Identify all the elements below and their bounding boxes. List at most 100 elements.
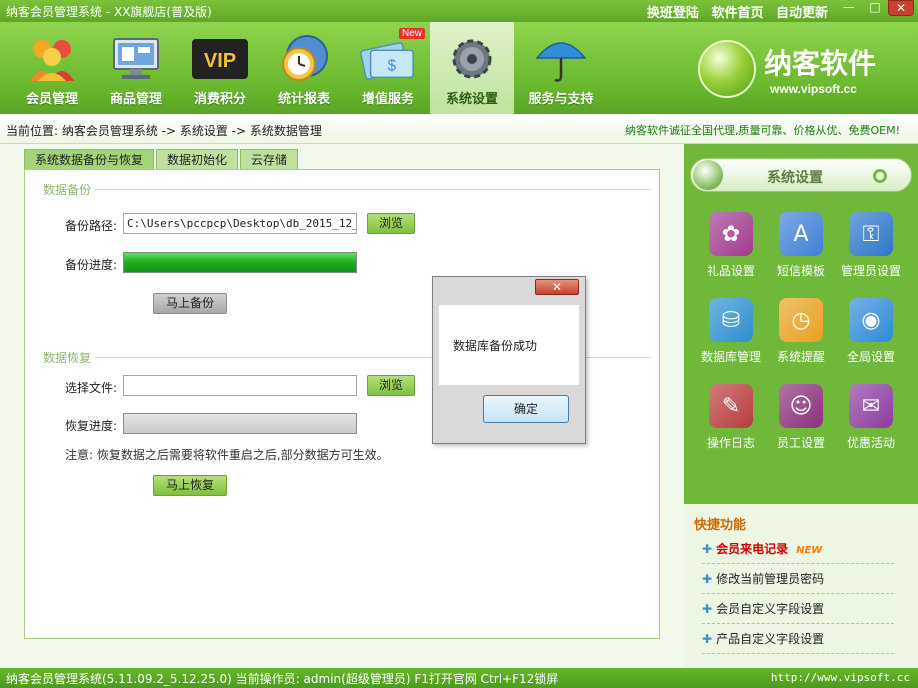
- toolbar-reports[interactable]: 统计报表: [262, 26, 346, 112]
- plus-icon: ✚: [702, 542, 713, 556]
- sidebar-item-reminder[interactable]: ◷ 系统提醒: [764, 298, 838, 365]
- ring-icon: [873, 169, 887, 183]
- dialog-message: 数据库备份成功: [453, 339, 538, 353]
- toolbar-label: 会员管理: [25, 92, 78, 107]
- log-icon: ✎: [709, 384, 753, 428]
- toolbar-label: 系统设置: [445, 92, 498, 107]
- sidebar-item-label: 全局设置: [846, 350, 895, 364]
- sms-template-icon: A: [779, 212, 823, 256]
- quick-item-product-fields[interactable]: ✚ 产品自定义字段设置: [702, 630, 894, 654]
- sidebar-item-label: 系统提醒: [776, 350, 825, 364]
- restore-progress-label: 恢复进度:: [65, 419, 118, 433]
- brand-logo: 纳客软件 www.vipsoft.cc: [698, 36, 898, 106]
- toolbar-system-settings[interactable]: 系统设置: [430, 22, 514, 114]
- sidebar-item-admin[interactable]: ⚿ 管理员设置: [834, 212, 908, 279]
- sidebar-item-global[interactable]: ◉ 全局设置: [834, 298, 908, 365]
- quick-item-member-fields[interactable]: ✚ 会员自定义字段设置: [702, 600, 894, 624]
- dialog-body: 数据库备份成功: [439, 305, 579, 385]
- gear-icon: [443, 34, 501, 84]
- window-title: 纳客会员管理系统 - XX旗舰店(普及版): [6, 5, 212, 19]
- sidebar-item-database[interactable]: ⛁ 数据库管理: [694, 298, 768, 365]
- software-home-link[interactable]: 软件首页: [711, 6, 763, 21]
- title-bar: 纳客会员管理系统 - XX旗舰店(普及版) 换班登陆 软件首页 自动更新 — □…: [0, 0, 918, 22]
- group-divider: [41, 189, 651, 190]
- sidebar-item-label: 管理员设置: [840, 264, 901, 278]
- sidebar-item-promo[interactable]: ✉ 优惠活动: [834, 384, 908, 451]
- toolbar-label: 统计报表: [277, 92, 330, 107]
- members-icon: [23, 34, 81, 84]
- new-badge: New: [398, 28, 425, 39]
- breadcrumb: 当前位置: 纳客会员管理系统 -> 系统设置 -> 系统数据管理: [6, 124, 322, 138]
- toolbar-label: 商品管理: [109, 92, 162, 107]
- toolbar-support[interactable]: 服务与支持: [518, 26, 604, 112]
- database-icon: ⛁: [709, 298, 753, 342]
- orb-icon: [693, 160, 723, 190]
- sidebar-item-log[interactable]: ✎ 操作日志: [694, 384, 768, 451]
- sidebar-header: 系统设置: [690, 158, 912, 192]
- svg-text:$: $: [388, 58, 397, 75]
- dialog-ok-button[interactable]: 确定: [483, 395, 569, 423]
- toolbar-label: 服务与支持: [528, 92, 594, 107]
- maximize-button[interactable]: □: [862, 0, 888, 16]
- products-icon: [107, 34, 165, 84]
- quick-item-member-calls[interactable]: ✚ 会员来电记录 NEW: [702, 540, 894, 564]
- sidebar-item-sms[interactable]: A 短信模板: [764, 212, 838, 279]
- start-restore-button[interactable]: 马上恢复: [153, 475, 227, 496]
- sidebar-item-staff[interactable]: ☺ 员工设置: [764, 384, 838, 451]
- backup-progress-fill: [124, 253, 356, 272]
- sidebar-item-label: 优惠活动: [846, 436, 895, 450]
- main-toolbar: 会员管理 商品管理 VIP 消费积分 统计报表 $ New 增值服务 系统设置: [0, 22, 918, 114]
- restore-browse-button[interactable]: 浏览: [367, 375, 415, 396]
- message-dialog: ✕ 数据库备份成功 确定: [432, 276, 586, 444]
- quick-item-change-password[interactable]: ✚ 修改当前管理员密码: [702, 570, 894, 594]
- quick-item-label: 会员自定义字段设置: [716, 602, 825, 616]
- restore-note: 注意: 恢复数据之后需要将软件重启之后,部分数据方可生效。: [65, 448, 389, 462]
- auto-update-link[interactable]: 自动更新: [776, 6, 828, 21]
- restore-file-input[interactable]: [123, 375, 357, 396]
- sidebar-item-label: 短信模板: [776, 264, 825, 278]
- plus-icon: ✚: [702, 632, 713, 646]
- backup-browse-button[interactable]: 浏览: [367, 213, 415, 234]
- staff-icon: ☺: [779, 384, 823, 428]
- toolbar-products[interactable]: 商品管理: [94, 26, 178, 112]
- tab-cloud-storage[interactable]: 云存储: [240, 149, 299, 169]
- toolbar-label: 消费积分: [193, 92, 246, 107]
- status-text: 纳客会员管理系统(5.11.09.2_5.12.25.0) 当前操作员: adm…: [6, 672, 559, 686]
- backup-path-label: 备份路径:: [65, 219, 118, 233]
- status-bar: 纳客会员管理系统(5.11.09.2_5.12.25.0) 当前操作员: adm…: [0, 668, 918, 688]
- slogan-text: 纳客软件诚征全国代理,质量可靠、价格从优、免费OEM!: [624, 124, 900, 137]
- sidebar-item-gift[interactable]: ✿ 礼品设置: [694, 212, 768, 279]
- sidebar-item-label: 数据库管理: [700, 350, 761, 364]
- coupon-icon: ✉: [849, 384, 893, 428]
- right-sidebar: 系统设置 ✿ 礼品设置 A 短信模板 ⚿ 管理员设置 ⛁ 数据库管理 ◷ 系统提…: [684, 144, 918, 668]
- quick-item-label: 产品自定义字段设置: [716, 632, 825, 646]
- vip-icon: VIP: [191, 34, 249, 84]
- gift-icon: ✿: [709, 212, 753, 256]
- start-backup-button[interactable]: 马上备份: [153, 293, 227, 314]
- plus-icon: ✚: [702, 602, 713, 616]
- dialog-close-button[interactable]: ✕: [535, 279, 579, 295]
- backup-group-title: 数据备份: [39, 181, 96, 198]
- backup-progress-label: 备份进度:: [65, 258, 118, 272]
- tab-backup-restore[interactable]: 系统数据备份与恢复: [24, 149, 155, 169]
- sidebar-item-label: 操作日志: [706, 436, 755, 450]
- close-button[interactable]: ✕: [888, 0, 914, 16]
- toolbar-points[interactable]: VIP 消费积分: [178, 26, 262, 112]
- backup-path-input[interactable]: C:\Users\pccpcp\Desktop\db_2015_12_29_: [123, 213, 357, 234]
- sidebar-item-label: 员工设置: [776, 436, 825, 450]
- window-controls: — □ ✕: [836, 0, 914, 16]
- logo-name: 纳客软件: [764, 47, 877, 80]
- restore-progress-bar: [123, 413, 357, 434]
- new-badge: NEW: [796, 545, 823, 556]
- globe-icon: ◉: [849, 298, 893, 342]
- admin-key-icon: ⚿: [849, 212, 893, 256]
- minimize-button[interactable]: —: [836, 0, 862, 16]
- status-url[interactable]: http://www.vipsoft.cc: [771, 671, 910, 684]
- toolbar-members[interactable]: 会员管理: [10, 26, 94, 112]
- switch-shift-link[interactable]: 换班登陆: [647, 6, 699, 21]
- quick-title: 快捷功能: [694, 518, 747, 533]
- tab-data-init[interactable]: 数据初始化: [156, 149, 239, 169]
- toolbar-value-added[interactable]: $ New 增值服务: [346, 26, 430, 112]
- backup-progress-bar: [123, 252, 357, 273]
- clock-report-icon: [275, 34, 333, 84]
